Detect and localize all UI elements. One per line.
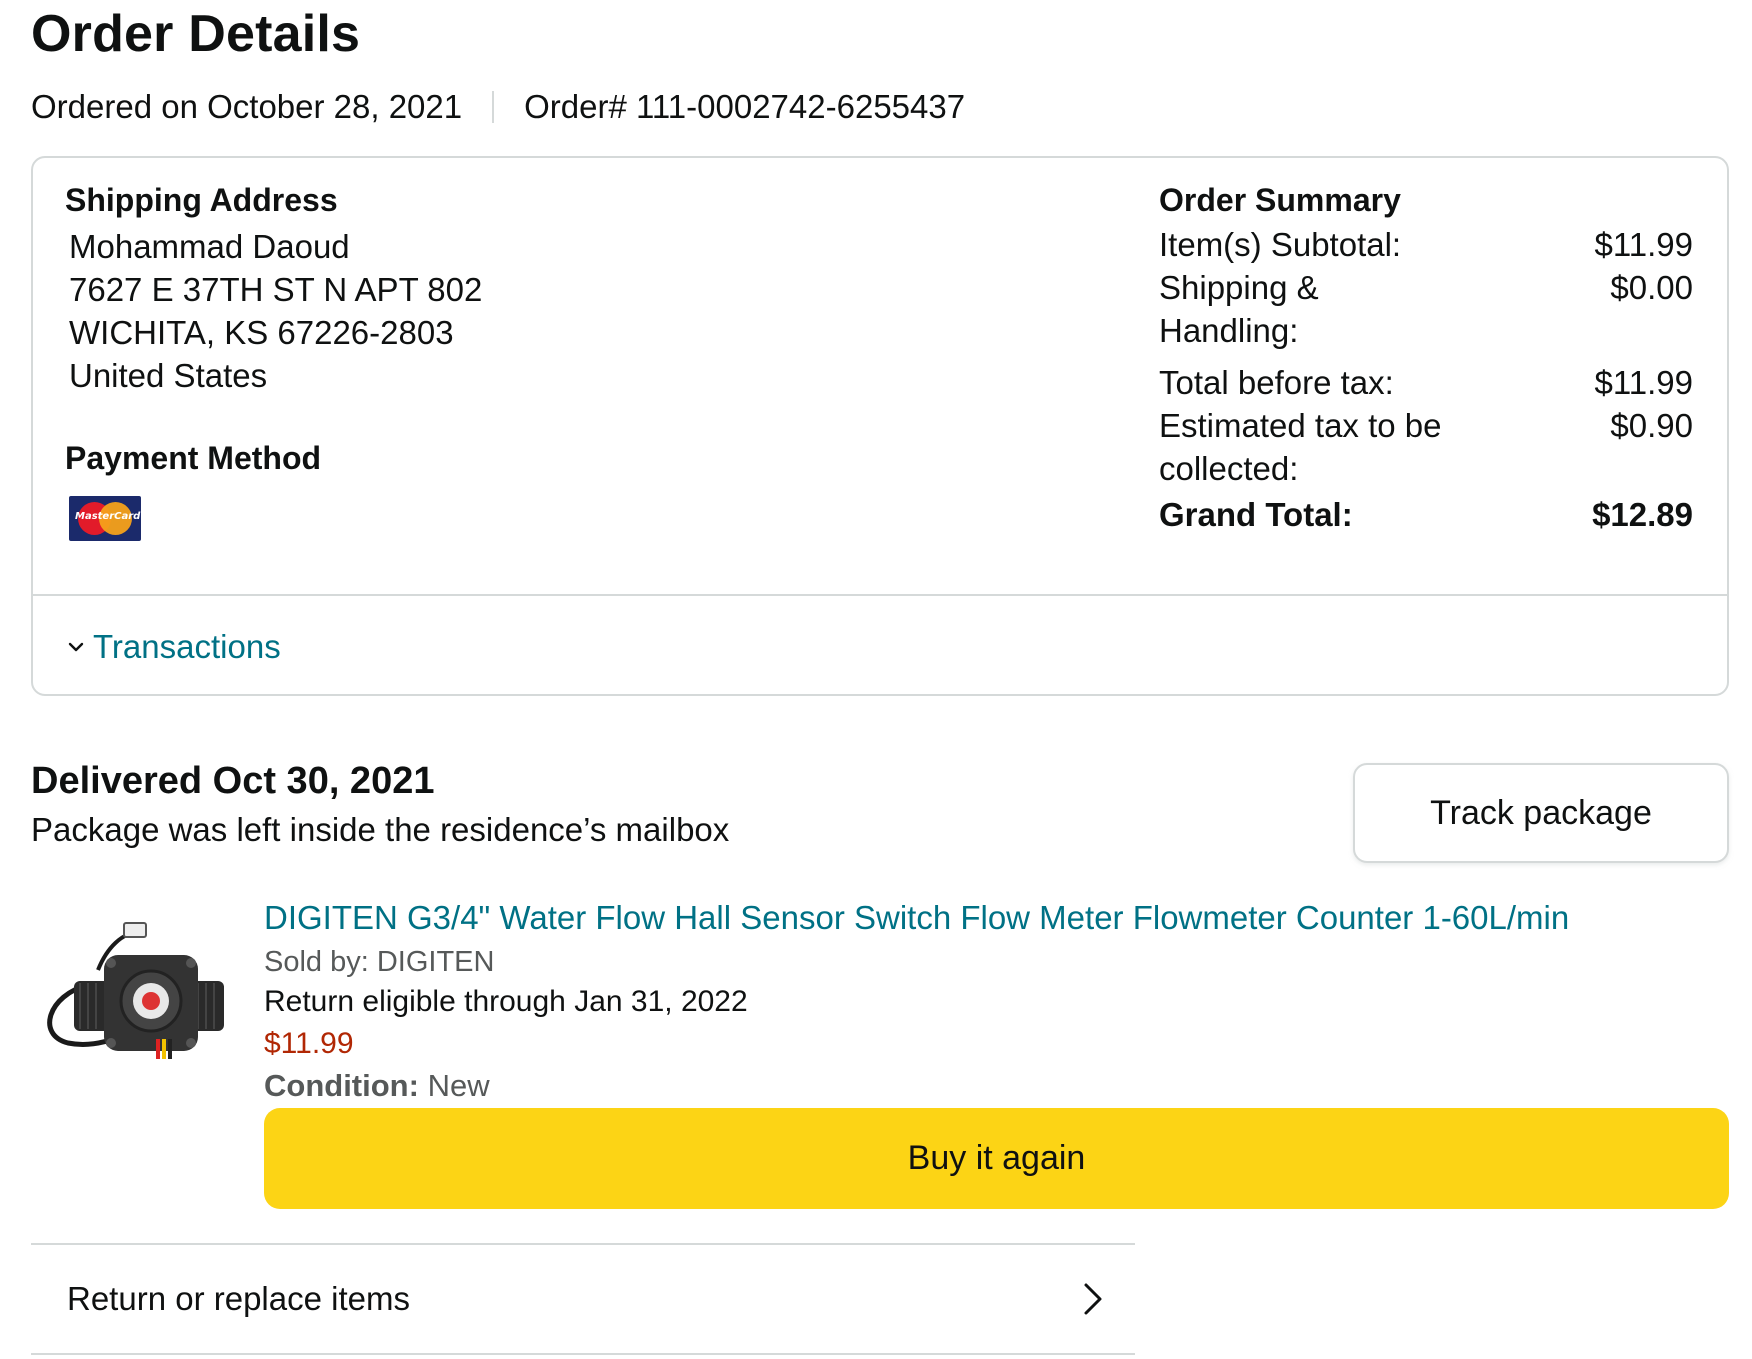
transactions-label: Transactions: [93, 628, 281, 665]
summary-value: $0.90: [1610, 407, 1693, 444]
address-line-street: 7627 E 37TH ST N APT 802: [69, 271, 483, 308]
shipping-address-heading: Shipping Address: [65, 182, 338, 218]
summary-row-tax: Estimated tax to be collected: $0.90: [1159, 404, 1693, 490]
order-number: Order# 111-0002742-6255437: [524, 88, 966, 125]
address-line-country: United States: [69, 357, 268, 394]
transactions-toggle[interactable]: Transactions: [67, 628, 281, 666]
mastercard-logo-text: MasterCard: [75, 511, 141, 522]
summary-label: Total before tax:: [1159, 364, 1394, 401]
grand-total-label: Grand Total:: [1159, 496, 1353, 533]
return-or-replace-label: Return or replace items: [67, 1280, 410, 1317]
order-info-top: Shipping Address Mohammad Daoud 7627 E 3…: [33, 158, 1727, 596]
flow-sensor-product-image: [47, 922, 224, 1059]
mastercard-icon: MasterCard: [69, 496, 141, 541]
product-title-link[interactable]: DIGITEN G3/4" Water Flow Hall Sensor Swi…: [264, 899, 1569, 937]
summary-value: $11.99: [1594, 226, 1693, 263]
address-line-name: Mohammad Daoud: [69, 228, 350, 265]
track-package-button[interactable]: Track package: [1353, 763, 1729, 863]
summary-value: $0.00: [1610, 269, 1693, 306]
condition-label: Condition:: [264, 1068, 419, 1103]
sold-by: Sold by: DIGITEN: [264, 946, 495, 978]
summary-label: Shipping & Handling:: [1159, 269, 1319, 349]
return-eligibility: Return eligible through Jan 31, 2022: [264, 985, 748, 1018]
summary-row-grand-total: Grand Total: $12.89: [1159, 493, 1693, 536]
buy-it-again-button[interactable]: Buy it again: [264, 1108, 1729, 1209]
delivery-detail: Package was left inside the residence’s …: [31, 811, 730, 848]
summary-label: Estimated tax to be collected:: [1159, 407, 1442, 487]
divider: [31, 1353, 1135, 1355]
order-info-card: Shipping Address Mohammad Daoud 7627 E 3…: [31, 156, 1729, 696]
summary-label: Item(s) Subtotal:: [1159, 226, 1402, 263]
item-price: $11.99: [264, 1027, 354, 1060]
condition-value: New: [427, 1068, 490, 1103]
meta-divider: [492, 91, 495, 123]
order-summary-heading: Order Summary: [1159, 182, 1401, 218]
chevron-right-icon: [1084, 1283, 1102, 1315]
summary-row-total-before-tax: Total before tax: $11.99: [1159, 361, 1693, 404]
payment-method-heading: Payment Method: [65, 440, 322, 476]
chevron-down-icon: [68, 642, 84, 652]
product-image[interactable]: [38, 915, 228, 1065]
address-line-city: WICHITA, KS 67226-2803: [69, 314, 454, 351]
summary-row-shipping: Shipping & Handling: $0.00: [1159, 266, 1693, 352]
delivery-status: Delivered Oct 30, 2021: [31, 760, 435, 802]
grand-total-value: $12.89: [1592, 496, 1693, 533]
card-divider: [33, 594, 1727, 596]
page-title: Order Details: [31, 5, 361, 63]
order-date: Ordered on October 28, 2021: [31, 88, 463, 125]
return-or-replace-row[interactable]: Return or replace items: [31, 1245, 1135, 1353]
item-condition: Condition: New: [264, 1068, 490, 1104]
order-meta: Ordered on October 28, 2021 Order# 111-0…: [31, 88, 965, 126]
summary-value: $11.99: [1594, 364, 1693, 401]
summary-row-subtotal: Item(s) Subtotal: $11.99: [1159, 223, 1693, 266]
